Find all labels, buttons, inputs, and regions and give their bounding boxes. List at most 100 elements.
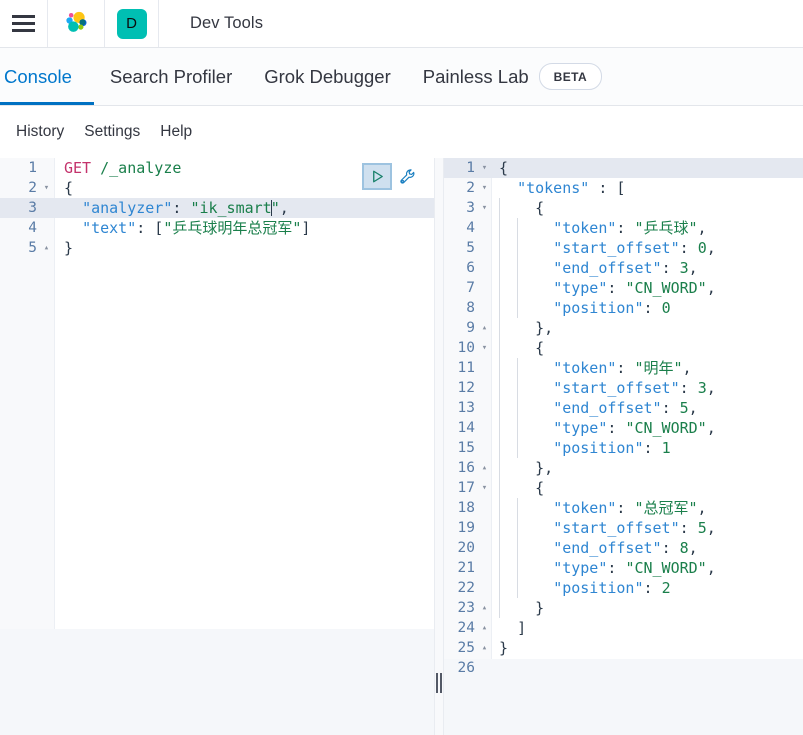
menu-toggle-button[interactable]	[0, 0, 48, 47]
send-request-button[interactable]	[362, 163, 392, 190]
hamburger-menu-icon[interactable]	[12, 15, 35, 32]
code-token: 5	[697, 518, 707, 537]
code-line[interactable]: 15 "position": 1	[444, 438, 803, 459]
line-number: 3	[466, 200, 475, 216]
code-token: "token"	[553, 498, 617, 517]
response-editor-surface[interactable]: 1 ▾{2 ▾ "tokens" : [3 ▾ {4 "token": "乒乓球", 5…	[444, 158, 803, 676]
indent-pad	[517, 259, 535, 277]
code-token: {	[64, 179, 74, 197]
fold-toggle-icon[interactable]: ▾	[40, 178, 53, 198]
code-line[interactable]: 8 "position": 0	[444, 298, 803, 319]
code-line[interactable]: 4 "token": "乒乓球",	[444, 218, 803, 239]
console-nav-help[interactable]: Help	[150, 123, 202, 141]
code-token: }	[64, 239, 74, 257]
code-line[interactable]: 14 "type": "CN_WORD",	[444, 418, 803, 439]
line-number: 11	[457, 360, 475, 376]
code-line[interactable]: 22 "position": 2	[444, 578, 803, 599]
space-switcher-button[interactable]: D	[105, 0, 159, 47]
code-line[interactable]: 12 "start_offset": 3,	[444, 378, 803, 399]
code-line[interactable]: 21 "type": "CN_WORD",	[444, 558, 803, 579]
code-token: "text"	[82, 219, 137, 237]
elastic-logo-icon	[66, 11, 87, 32]
devtools-tab-bar: Console Search Profiler Grok Debugger Pa…	[0, 48, 803, 106]
editor-splitter[interactable]	[434, 158, 444, 735]
code-line[interactable]: 16 ▴ },	[444, 458, 803, 479]
code-line[interactable]: 20 "end_offset": 8,	[444, 538, 803, 559]
fold-toggle-icon[interactable]: ▾	[478, 198, 491, 218]
code-line-text: }	[64, 238, 73, 258]
indent-pad	[517, 359, 535, 377]
line-number: 3	[28, 200, 37, 216]
code-line[interactable]: 11 "token": "明年",	[444, 358, 803, 379]
code-line[interactable]: 17 ▾ {	[444, 478, 803, 499]
code-token: 0	[697, 238, 707, 257]
code-line-text: "text": ["乒乓球明年总冠军"]	[64, 218, 310, 238]
indent-pad	[499, 219, 517, 237]
code-line[interactable]: 2 ▾ "tokens" : [	[444, 178, 803, 198]
code-line[interactable]: 3 "analyzer": "ik_smart",	[0, 198, 434, 218]
fold-toggle-icon[interactable]: ▾	[478, 478, 491, 498]
code-line-text: "analyzer": "ik_smart",	[64, 198, 289, 218]
code-line[interactable]: 24 ▴ ]	[444, 618, 803, 638]
fold-toggle-icon[interactable]: ▴	[478, 458, 491, 478]
request-editor-surface[interactable]: 1 GET /_analyze 2 ▾ {3 "analyzer": "ik_smart…	[0, 158, 434, 629]
console-nav-settings[interactable]: Settings	[74, 123, 150, 141]
code-line[interactable]: 3 ▾ {	[444, 198, 803, 219]
code-line[interactable]: 23 ▴ }	[444, 598, 803, 619]
code-line[interactable]: 5 ▴}	[0, 238, 434, 258]
request-options-button[interactable]	[396, 165, 420, 189]
code-line[interactable]: 1 ▾ {	[444, 158, 803, 178]
fold-toggle-icon[interactable]: ▾	[478, 158, 491, 178]
code-line[interactable]: 7 "type": "CN_WORD",	[444, 278, 803, 299]
fold-toggle-icon[interactable]: ▴	[478, 318, 491, 338]
code-line[interactable]: 18 "token": "总冠军",	[444, 498, 803, 519]
code-token: },	[535, 318, 554, 337]
indent-pad	[517, 559, 535, 577]
response-editor-pane[interactable]: 1 ▾{2 ▾ "tokens" : [3 ▾ {4 "token": "乒乓球", 5…	[444, 158, 803, 735]
code-line[interactable]: 6 "end_offset": 3,	[444, 258, 803, 279]
code-line[interactable]: 10 ▾ {	[444, 338, 803, 359]
code-line[interactable]: 9 ▴ },	[444, 318, 803, 339]
code-line-text: GET /_analyze	[64, 158, 181, 178]
tab-console[interactable]: Console	[0, 48, 94, 105]
beta-badge[interactable]: BETA	[538, 63, 603, 90]
fold-toggle-icon[interactable]: ▴	[478, 598, 491, 618]
code-token: {	[499, 159, 509, 177]
code-line[interactable]: 19 "start_offset": 5,	[444, 518, 803, 539]
request-editor-pane[interactable]: 1 GET /_analyze 2 ▾ {3 "analyzer": "ik_smart…	[0, 158, 434, 735]
tab-painless-lab[interactable]: Painless Lab BETA	[407, 48, 618, 105]
code-line[interactable]: 26	[444, 658, 803, 678]
indent-pad	[499, 359, 517, 377]
fold-toggle-icon[interactable]: ▴	[40, 238, 53, 258]
code-token: : [	[136, 219, 164, 237]
console-nav-history[interactable]: History	[6, 123, 74, 141]
indent-pad	[499, 199, 517, 217]
code-line-text: "tokens" : [	[499, 178, 625, 198]
line-number: 16	[457, 460, 475, 476]
space-avatar[interactable]: D	[116, 8, 147, 39]
splitter-drag-handle[interactable]	[436, 673, 442, 693]
code-token: "analyzer"	[82, 199, 173, 217]
response-code-rows[interactable]: 1 ▾{2 ▾ "tokens" : [3 ▾ {4 "token": "乒乓球", 5…	[444, 158, 803, 678]
fold-toggle-icon[interactable]: ▴	[478, 618, 491, 638]
code-token: ,	[688, 538, 698, 557]
code-line[interactable]: 25 ▴}	[444, 638, 803, 658]
line-number: 1	[28, 160, 37, 176]
code-line[interactable]: 5 "start_offset": 0,	[444, 238, 803, 259]
code-line-text: {	[499, 158, 508, 178]
code-line[interactable]: 13 "end_offset": 5,	[444, 398, 803, 419]
tab-search-profiler[interactable]: Search Profiler	[94, 48, 248, 105]
fold-toggle-icon[interactable]: ▾	[478, 178, 491, 198]
global-header: D Dev Tools	[0, 0, 803, 48]
code-line[interactable]: 4 "text": ["乒乓球明年总冠军"]	[0, 218, 434, 238]
code-line-text: }	[499, 598, 544, 619]
fold-toggle-icon[interactable]: ▾	[478, 338, 491, 358]
tab-grok-debugger[interactable]: Grok Debugger	[248, 48, 406, 105]
elastic-home-link[interactable]	[48, 0, 105, 47]
indent-pad	[499, 459, 517, 477]
fold-toggle-icon[interactable]: ▴	[478, 638, 491, 658]
